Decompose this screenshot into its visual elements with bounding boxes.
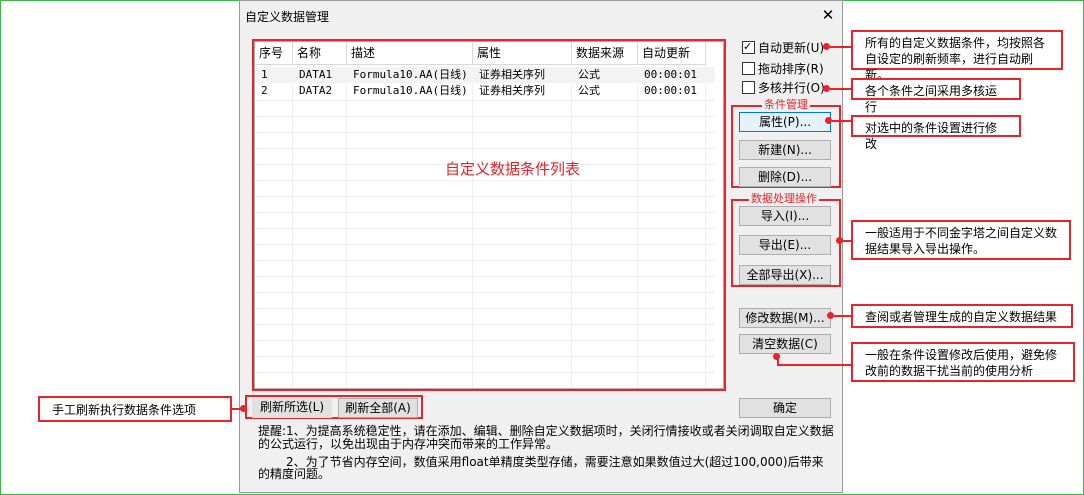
modify-data-button[interactable]: 修改数据(M)... <box>739 308 831 328</box>
multicore-checkbox[interactable]: 多核并行(O) <box>742 80 825 96</box>
table-cell: 公式 <box>578 84 600 97</box>
connector-dot <box>836 237 843 244</box>
table-cell: DATA1 <box>299 68 333 81</box>
table-row[interactable]: 1 DATA1 Formula10.AA(日线) 证券相关序列 公式 00:00… <box>255 67 715 83</box>
condition-group-title: 条件管理 <box>762 98 810 111</box>
checkbox-icon <box>742 81 755 94</box>
table-cell: 2 <box>261 84 268 97</box>
table-cell: 1 <box>261 68 268 81</box>
column-header[interactable]: 自动更新 <box>638 42 706 65</box>
table-cell: 00:00:01 <box>644 68 697 81</box>
annotation-import-export: 一般适用于不同金字塔之间自定义数据结果导入导出操作。 <box>851 220 1071 260</box>
new-button[interactable]: 新建(N)... <box>739 140 831 160</box>
close-icon[interactable]: ✕ <box>818 5 838 25</box>
note-line: 提醒:1、为提高系统稳定性，请在添加、编辑、删除自定义数据项时，关闭行情接收或者… <box>258 424 834 438</box>
column-header[interactable]: 描述 <box>347 42 473 65</box>
condition-list[interactable]: 序号 名称 描述 属性 数据来源 自动更新 1 DATA1 Formula10.… <box>254 41 724 389</box>
delete-button[interactable]: 删除(D)... <box>739 167 831 187</box>
connector-line <box>832 120 851 122</box>
table-cell: 证券相关序列 <box>479 68 545 81</box>
annotation-refresh: 手工刷新执行数据条件选项 <box>38 396 232 422</box>
table-cell: DATA2 <box>299 84 333 97</box>
column-header[interactable]: 序号 <box>255 42 293 65</box>
export-all-button[interactable]: 全部导出(X)... <box>739 265 831 285</box>
annotation-multicore: 各个条件之间采用多核运行 <box>851 78 1021 114</box>
list-header: 序号 名称 描述 属性 数据来源 自动更新 <box>255 42 723 66</box>
ok-button[interactable]: 确定 <box>739 398 831 418</box>
table-cell: Formula10.AA(日线) <box>353 68 468 81</box>
connector-line <box>834 315 851 317</box>
note-line: 的精度问题。 <box>258 467 331 481</box>
import-button[interactable]: 导入(I)... <box>739 206 831 226</box>
column-header[interactable]: 数据来源 <box>572 42 638 65</box>
connector-dot <box>825 117 832 124</box>
refresh-selected-button[interactable]: 刷新所选(L) <box>252 398 332 418</box>
connector-dot <box>827 312 834 319</box>
drag-sort-checkbox[interactable]: 拖动排序(R) <box>742 61 824 77</box>
table-cell: 00:00:01 <box>644 84 697 97</box>
drag-sort-label: 拖动排序(R) <box>758 62 824 76</box>
annotation-auto-update: 所有的自定义数据条件，均按照各自设定的刷新频率，进行自动刷新。 <box>851 30 1063 82</box>
export-button[interactable]: 导出(E)... <box>739 235 831 255</box>
annotation-properties: 对选中的条件设置进行修改 <box>851 115 1021 151</box>
connector-dot <box>823 43 830 50</box>
multicore-label: 多核并行(O) <box>758 81 825 95</box>
connector-line <box>777 364 851 366</box>
connector-line <box>830 88 851 90</box>
table-row[interactable]: 2 DATA2 Formula10.AA(日线) 证券相关序列 公式 00:00… <box>255 83 715 99</box>
table-cell: 公式 <box>578 68 600 81</box>
dialog-title: 自定义数据管理 <box>245 10 330 24</box>
table-cell: Formula10.AA(日线) <box>353 84 468 97</box>
connector-line <box>843 240 851 242</box>
properties-button[interactable]: 属性(P)... <box>739 112 831 132</box>
table-cell: 证券相关序列 <box>479 84 545 97</box>
checkbox-checked-icon <box>742 39 755 55</box>
custom-data-dialog: 自定义数据管理 ✕ 序号 名称 描述 属性 数据来源 自动更新 1 DATA1 … <box>239 0 843 493</box>
list-annotation-label: 自定义数据条件列表 <box>445 160 581 178</box>
connector-line <box>830 46 851 48</box>
connector-dot <box>823 85 830 92</box>
refresh-all-button[interactable]: 刷新全部(A) <box>338 398 418 418</box>
note-line: 的公式运行，以免出现由于内存冲突而带来的工作异常。 <box>258 437 559 451</box>
data-group-title: 数据处理操作 <box>749 192 819 205</box>
auto-update-checkbox[interactable]: 自动更新(U) <box>742 39 825 56</box>
column-header[interactable]: 名称 <box>293 42 347 65</box>
connector-dot <box>240 405 247 412</box>
annotation-clear-data: 一般在条件设置修改后使用，避免修改前的数据干扰当前的使用分析 <box>851 342 1075 382</box>
annotation-modify-data: 查阅或者管理生成的自定义数据结果 <box>851 304 1073 328</box>
checkbox-icon <box>742 62 755 75</box>
auto-update-label: 自动更新(U) <box>758 41 825 55</box>
column-header[interactable]: 属性 <box>473 42 572 65</box>
clear-data-button[interactable]: 清空数据(C) <box>739 334 831 354</box>
